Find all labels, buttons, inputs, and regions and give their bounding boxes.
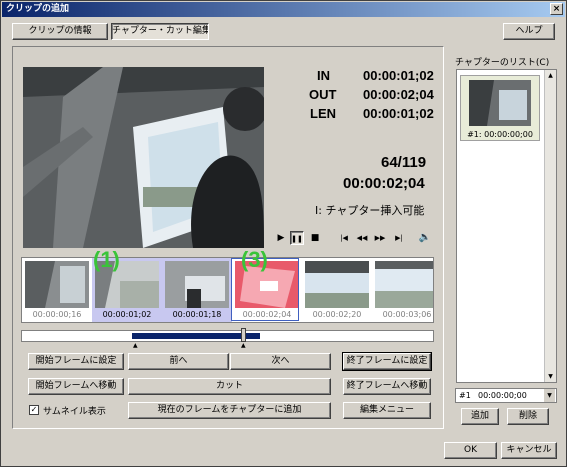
video-preview	[23, 67, 264, 248]
len-timecode: 00:00:01;02	[363, 106, 434, 121]
thumbnail-time: 00:00:00;16	[32, 310, 82, 319]
close-button[interactable]: ×	[550, 3, 563, 15]
help-button[interactable]: ヘルプ	[503, 23, 555, 40]
marker-1: (1)	[93, 247, 120, 272]
tab-clip-info[interactable]: クリップの情報	[12, 23, 108, 40]
add-chapter-button[interactable]: 追加	[461, 408, 499, 425]
in-tick-icon: ▲	[133, 342, 138, 349]
in-label: IN	[317, 68, 330, 83]
title-bar: クリップの追加 ×	[2, 2, 565, 17]
forward-icon[interactable]: ▶▶	[373, 231, 387, 245]
thumbnail-time: 00:00:03;06	[382, 310, 432, 319]
chapter-select-time: 00:00:00;00	[478, 391, 527, 400]
thumbnail-strip[interactable]: 00:00:00;16 00:00:01;02 00:00:01;18 00:0…	[21, 257, 434, 323]
thumbnail-display-checkbox[interactable]: ✓	[29, 405, 39, 415]
dropdown-arrow-icon[interactable]: ▼	[544, 389, 555, 402]
thumbnail-item[interactable]: 00:00:03;06	[372, 258, 433, 322]
clip-add-dialog: クリップの追加 × クリップの情報 チャプター・カット編集 ヘルプ IN 00:…	[0, 0, 567, 467]
set-end-frame-button[interactable]: 終了フレームに設定	[342, 352, 432, 371]
thumbnail-time: 00:00:01;02	[102, 310, 152, 319]
add-to-chapter-button[interactable]: 現在のフレームをチャプターに追加	[128, 402, 331, 419]
last-frame-icon[interactable]: ▶|	[392, 231, 406, 245]
chapter-list[interactable]: #1: 00:00:00;00 ▲ ▼	[456, 69, 557, 383]
marker-3: (3)	[241, 247, 268, 272]
out-tick-icon: ▲	[241, 342, 246, 349]
scroll-up-icon[interactable]: ▲	[545, 70, 556, 81]
thumbnail-display-label: サムネイル表示	[43, 407, 106, 417]
thumbnail-item[interactable]: 00:00:00;16	[22, 258, 92, 322]
chapter-select-number: #1	[459, 391, 471, 400]
chapter-item-label: #1: 00:00:00;00	[467, 130, 533, 139]
video-frame-image	[23, 67, 264, 248]
chapter-list-item[interactable]: #1: 00:00:00;00	[460, 75, 540, 141]
chapter-list-scrollbar[interactable]: ▲ ▼	[544, 70, 556, 382]
chapter-list-title: チャプターのリスト(C)	[455, 58, 550, 68]
in-timecode: 00:00:01;02	[363, 68, 434, 83]
timeline-scrollbar[interactable]	[21, 328, 434, 342]
cancel-button[interactable]: キャンセル	[501, 442, 557, 459]
stop-icon[interactable]: ■	[308, 231, 322, 245]
next-button[interactable]: 次へ	[230, 353, 331, 370]
thumbnail-time: 00:00:02;20	[312, 310, 362, 319]
scroll-down-icon[interactable]: ▼	[545, 371, 556, 382]
thumbnail-item[interactable]: 00:00:02;20	[302, 258, 372, 322]
play-icon[interactable]: ▶	[274, 231, 288, 245]
frame-counter: 64/119	[381, 154, 427, 171]
chapter-status: I: チャプター挿入可能	[315, 204, 425, 217]
edit-menu-button[interactable]: 編集メニュー	[343, 402, 431, 419]
first-frame-icon[interactable]: |◀	[337, 231, 351, 245]
pause-icon[interactable]: ❚❚	[290, 231, 304, 245]
chapter-select[interactable]: #1 00:00:00;00 ▼	[455, 388, 557, 403]
window-title: クリップの追加	[6, 4, 70, 14]
thumbnail-item[interactable]: 00:00:01;18	[162, 258, 232, 322]
len-label: LEN	[310, 106, 336, 121]
current-timecode: 00:00:02;04	[343, 175, 425, 192]
go-end-frame-button[interactable]: 終了フレームへ移動	[343, 378, 431, 395]
chapter-thumbnail	[469, 80, 531, 126]
volume-icon[interactable]: 🔈	[418, 231, 432, 245]
timeline-slider-handle[interactable]	[241, 328, 246, 342]
prev-button[interactable]: 前へ	[128, 353, 229, 370]
tab-chapter-cut[interactable]: チャプター・カット編集	[111, 23, 209, 40]
go-start-frame-button[interactable]: 開始フレームへ移動	[28, 378, 124, 395]
cut-button[interactable]: カット	[128, 378, 331, 395]
set-start-frame-button[interactable]: 開始フレームに設定	[28, 353, 124, 370]
out-label: OUT	[309, 87, 337, 102]
ok-button[interactable]: OK	[444, 442, 497, 459]
delete-chapter-button[interactable]: 削除	[507, 408, 549, 425]
out-timecode: 00:00:02;04	[363, 87, 434, 102]
thumbnail-time: 00:00:01;18	[172, 310, 222, 319]
rewind-icon[interactable]: ◀◀	[355, 231, 369, 245]
